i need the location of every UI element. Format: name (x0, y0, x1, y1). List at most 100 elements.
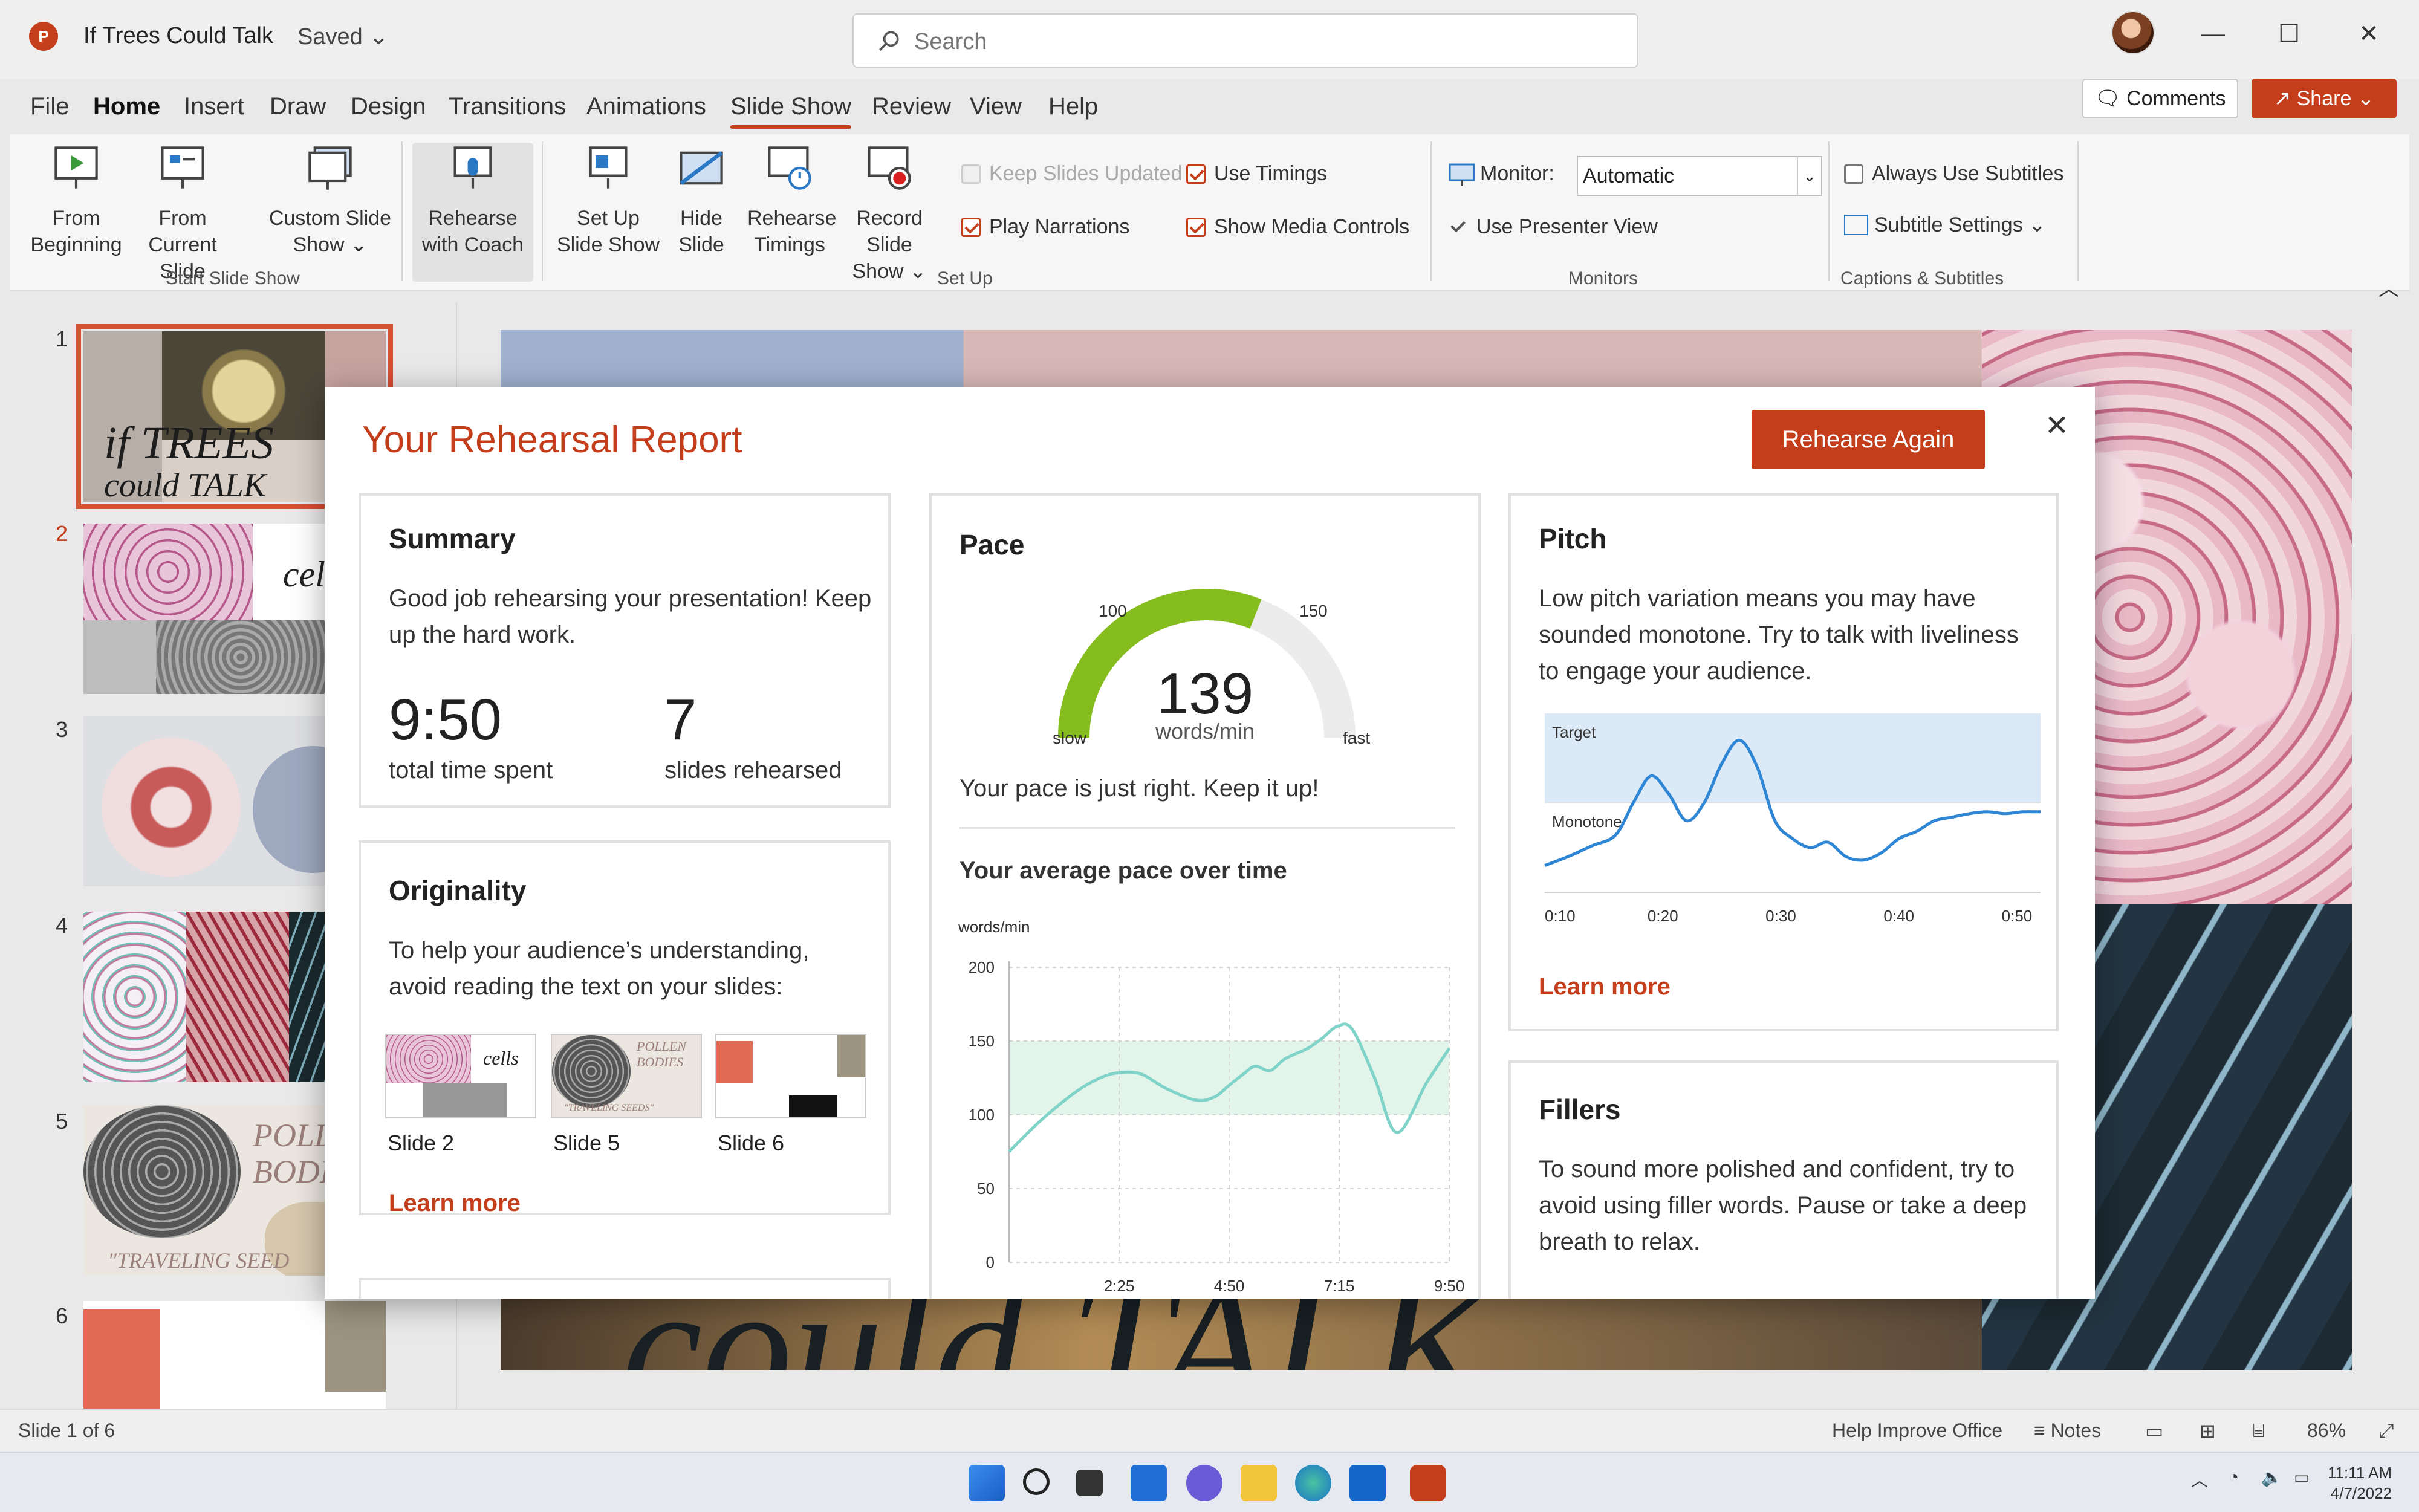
powerpoint-taskbar-icon[interactable] (1410, 1465, 1446, 1501)
file-explorer-icon[interactable] (1241, 1465, 1277, 1501)
rehearse-with-coach-button[interactable]: Rehearse with Coach (412, 143, 533, 282)
wifi-icon[interactable]: ◔ (2229, 1467, 2239, 1487)
custom-slide-show-button[interactable]: Custom Slide Show ⌄ (264, 143, 397, 258)
next-card (359, 1278, 891, 1299)
widgets-icon[interactable] (1131, 1465, 1167, 1501)
reading-view-icon[interactable]: ⌸ (2253, 1420, 2264, 1442)
help-improve-office-button[interactable]: Help Improve Office (1832, 1420, 2002, 1442)
slide-thumbnail-6[interactable] (83, 1301, 386, 1409)
coach-icon (453, 146, 492, 189)
always-use-subtitles-checkbox[interactable]: Always Use Subtitles (1844, 162, 2063, 186)
close-window-button[interactable]: ✕ (2351, 16, 2387, 52)
set-up-label-2: Slide Show (556, 233, 660, 256)
notes-button[interactable]: ≡ Notes (2034, 1420, 2101, 1442)
checkmark-icon (1449, 218, 1468, 237)
target-band (1545, 713, 2041, 803)
total-time-value: 9:50 (389, 687, 502, 752)
originality-learn-more-link[interactable]: Learn more (389, 1190, 521, 1217)
close-icon[interactable]: ✕ (2042, 411, 2072, 441)
originality-slide-5-thumbnail[interactable]: POLLEN BODIES "TRAVELING SEEDS" (551, 1034, 702, 1118)
tab-home[interactable]: Home (93, 93, 160, 120)
slide-sorter-icon[interactable]: ⊞ (2200, 1420, 2216, 1442)
subtitle-settings-button[interactable]: Subtitle Settings ⌄ (1844, 213, 2046, 237)
presenter-view-label: Use Presenter View (1476, 215, 1658, 238)
zoom-level[interactable]: 86% (2307, 1420, 2346, 1442)
pitch-learn-more-link[interactable]: Learn more (1539, 973, 1671, 1001)
system-clock[interactable]: 11:11 AM 4/7/2022 (2328, 1462, 2392, 1504)
custom-show-icon (308, 146, 352, 190)
thumbnail-text: POLLEN BODIES (637, 1039, 686, 1069)
tab-draw[interactable]: Draw (270, 93, 326, 120)
avatar[interactable] (2111, 11, 2155, 54)
from-current-slide-button[interactable]: From Current Slide (128, 143, 237, 285)
chevron-up-icon[interactable]: ︿ (2191, 1467, 2208, 1491)
hide-slide-button[interactable]: Hide Slide (665, 143, 738, 258)
tab-animations[interactable]: Animations (586, 93, 706, 120)
search-icon[interactable] (1023, 1468, 1050, 1495)
ribbon-separator (1430, 141, 1432, 281)
x-tick-label: 0:20 (1648, 907, 1678, 925)
rehearse-coach-label-1: Rehearse (428, 207, 518, 230)
gauge-tick-100: 100 (1099, 602, 1127, 620)
windows-start-icon[interactable] (969, 1465, 1005, 1501)
teams-chat-icon[interactable] (1186, 1465, 1222, 1501)
rehearsal-report-dialog: Your Rehearsal Report Rehearse Again ✕ S… (325, 387, 2095, 1299)
originality-slide-6-thumbnail[interactable] (715, 1034, 866, 1118)
save-status-label: Saved (297, 24, 363, 50)
minimize-button[interactable]: — (2195, 16, 2231, 52)
slides-rehearsed-value: 7 (664, 687, 697, 752)
pace-card: Pace slow fast 100 150 139 words/min You… (929, 493, 1481, 1299)
thumbnail-image (325, 1301, 386, 1392)
notes-label: Notes (2050, 1420, 2102, 1441)
tab-view[interactable]: View (970, 93, 1022, 120)
rehearse-again-button[interactable]: Rehearse Again (1752, 410, 1985, 469)
search-box[interactable] (852, 13, 1638, 68)
tab-slide-show[interactable]: Slide Show (730, 93, 852, 129)
chevron-down-icon: ⌄ (1797, 157, 1821, 195)
thumbnail-number: 6 (56, 1303, 68, 1328)
tab-review[interactable]: Review (872, 93, 951, 120)
share-icon: ↗ (2273, 87, 2297, 110)
x-tick-label: 0:40 (1883, 907, 1914, 925)
monitor-label: Monitor: (1480, 162, 1554, 185)
taskbar: ︿ ◔ 🔈 ▭ 11:11 AM 4/7/2022 (0, 1452, 2419, 1512)
normal-view-icon[interactable]: ▭ (2145, 1420, 2163, 1442)
share-button[interactable]: ↗ Share ⌄ (2252, 79, 2397, 118)
y-tick-label: 150 (969, 1032, 995, 1050)
battery-icon[interactable]: ▭ (2294, 1467, 2310, 1487)
thumbnail-image (102, 738, 241, 877)
document-title[interactable]: If Trees Could Talk (83, 23, 273, 49)
search-input[interactable] (914, 27, 1609, 57)
thumbnail-image (156, 620, 325, 694)
use-presenter-view-checkbox[interactable]: Use Presenter View (1449, 215, 1658, 239)
originality-slide-2-thumbnail[interactable]: cells (385, 1034, 536, 1118)
tab-design[interactable]: Design (351, 93, 426, 120)
chevron-down-icon: ⌄ (369, 24, 389, 50)
clock-time: 11:11 AM (2328, 1464, 2392, 1482)
tab-file[interactable]: File (30, 93, 69, 120)
collapse-ribbon-icon[interactable]: ︿ (2378, 272, 2399, 302)
keep-slides-updated-checkbox[interactable]: Keep Slides Updated (961, 162, 1182, 186)
show-media-controls-checkbox[interactable]: Show Media Controls (1186, 215, 1409, 239)
from-beginning-button[interactable]: From Beginning (28, 143, 125, 258)
volume-icon[interactable]: 🔈 (2261, 1467, 2282, 1487)
fit-to-window-icon[interactable]: ⤢ (2378, 1420, 2394, 1442)
rehearse-timings-button[interactable]: Rehearse Timings (747, 143, 836, 258)
save-status[interactable]: Saved ⌄ (297, 23, 388, 50)
tab-help[interactable]: Help (1048, 93, 1098, 120)
dialog-title: Your Rehearsal Report (362, 419, 742, 461)
play-narrations-checkbox[interactable]: Play Narrations (961, 215, 1129, 239)
microsoft-store-icon[interactable] (1349, 1465, 1386, 1501)
set-up-slide-show-button[interactable]: Set Up Slide Show (554, 143, 663, 258)
comments-button[interactable]: 🗨 Comments (2082, 79, 2238, 118)
maximize-button[interactable]: ☐ (2271, 16, 2307, 52)
hide-slide-icon (680, 151, 723, 185)
record-slide-show-button[interactable]: Record Slide Show ⌄ (832, 143, 947, 285)
edge-browser-icon[interactable] (1295, 1465, 1331, 1501)
monitor-select[interactable]: Automatic ⌄ (1577, 156, 1822, 196)
tab-transitions[interactable]: Transitions (449, 93, 566, 120)
thumbnail-image (83, 1105, 241, 1238)
use-timings-checkbox[interactable]: Use Timings (1186, 162, 1327, 186)
task-view-icon[interactable] (1076, 1470, 1103, 1496)
tab-insert[interactable]: Insert (184, 93, 244, 120)
